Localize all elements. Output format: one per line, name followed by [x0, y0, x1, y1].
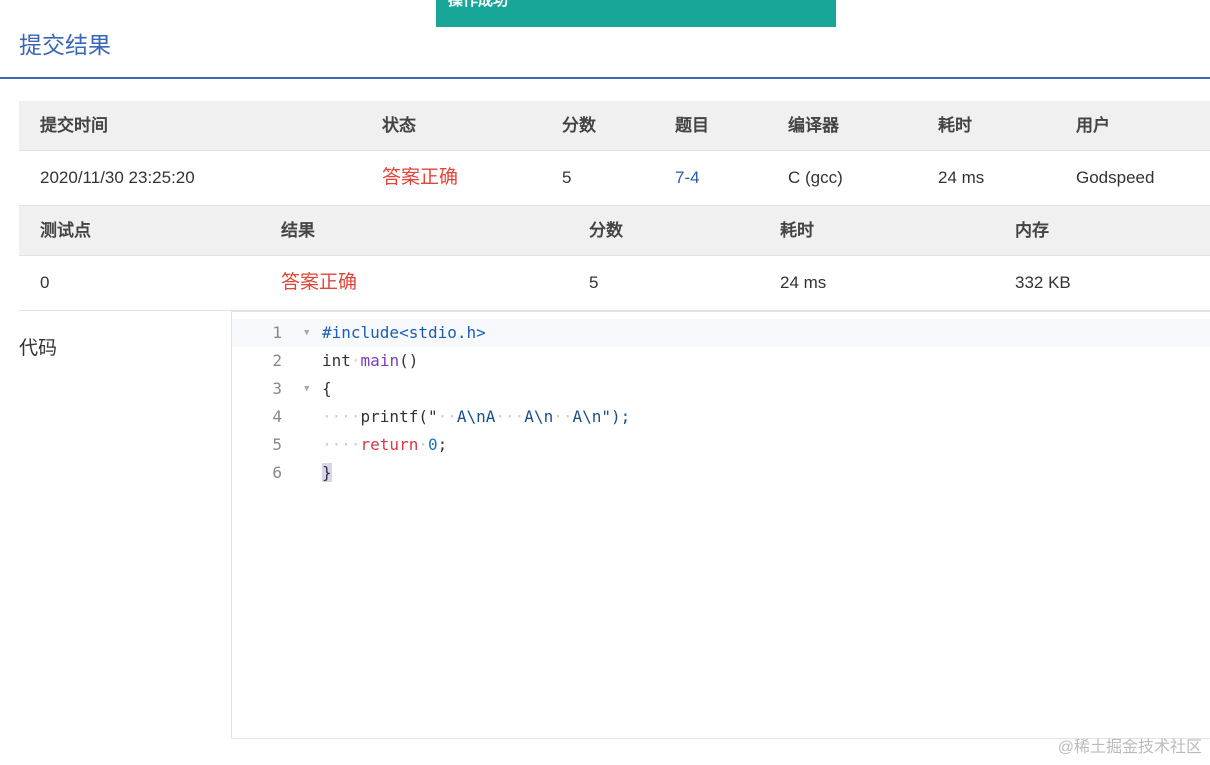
line-number: 3 [272, 379, 282, 398]
line-number: 6 [272, 463, 282, 482]
user: Godspeed [1076, 168, 1155, 187]
token: printf(" [360, 407, 438, 426]
line-number: 4 [272, 407, 282, 426]
page-title: 提交结果 [19, 32, 111, 58]
problem-link[interactable]: 7-4 [675, 151, 700, 205]
token: int [322, 351, 351, 370]
token: return [360, 435, 419, 454]
code-line: 5 ····return·0; [232, 431, 1210, 459]
success-toast: 操作成功 [436, 0, 836, 27]
code-text: ····printf("··A\nA···A\n··A\n"); [322, 407, 631, 426]
line-number: 1 [272, 323, 282, 342]
token: main [360, 351, 400, 370]
col-time: 耗时 [938, 116, 972, 135]
token: A\nA [456, 407, 496, 426]
code-line: 1 ▼ #include<stdio.h> [232, 319, 1210, 347]
testcase-id: 0 [40, 273, 50, 292]
col-problem: 题目 [675, 116, 709, 135]
code-line: 6} [232, 459, 1210, 487]
watermark: @稀土掘金技术社区 [1057, 739, 1202, 756]
fold-arrow-icon[interactable]: ▼ [304, 319, 309, 347]
code-editor[interactable]: 1 ▼ #include<stdio.h> 2 int·main() 3 ▼ { 4 ···… [231, 311, 1210, 739]
col-compiler: 编译器 [788, 116, 839, 135]
code-line: 2 int·main() [232, 347, 1210, 375]
code-text: ····return·0; [322, 435, 448, 454]
tests-header: 测试点 结果 分数 耗时 内存 [19, 206, 1210, 256]
test-memory: 332 KB [1015, 273, 1071, 292]
summary-row: 2020/11/30 23:25:20 答案正确 5 7-4 C (gcc) 2… [19, 151, 1210, 206]
code-label: 代码 [19, 338, 58, 359]
code-text: { [322, 379, 332, 398]
time-used: 24 ms [938, 168, 985, 187]
col-status: 状态 [382, 116, 416, 135]
summary-header: 提交时间 状态 分数 题目 编译器 耗时 用户 [19, 101, 1210, 151]
score: 5 [562, 168, 572, 187]
code-text: int·main() [322, 351, 419, 370]
line-number: 5 [272, 435, 282, 454]
title-divider [0, 77, 1210, 79]
token: () [399, 351, 419, 370]
test-score: 5 [589, 273, 599, 292]
code-line: 3 ▼ { [232, 375, 1210, 403]
col-time: 耗时 [780, 221, 814, 240]
token: A\n"); [572, 407, 631, 426]
col-score: 分数 [562, 116, 596, 135]
code-line: 4 ····printf("··A\nA···A\n··A\n"); [232, 403, 1210, 431]
code-text: #include<stdio.h> [322, 323, 486, 342]
token: A\n [524, 407, 554, 426]
col-testcase: 测试点 [40, 221, 91, 240]
col-memory: 内存 [1015, 221, 1049, 240]
test-result: 答案正确 [281, 272, 358, 293]
token: } [322, 463, 332, 482]
col-result: 结果 [281, 221, 315, 240]
test-time: 24 ms [780, 273, 827, 292]
code-text: } [322, 459, 332, 487]
test-row: 0 答案正确 5 24 ms 332 KB [19, 256, 1210, 311]
col-score: 分数 [589, 221, 623, 240]
col-user: 用户 [1076, 116, 1110, 135]
col-submit-time: 提交时间 [40, 116, 108, 135]
token: 0 [427, 435, 438, 454]
compiler: C (gcc) [788, 168, 843, 187]
status-badge: 答案正确 [382, 167, 459, 188]
submit-time: 2020/11/30 23:25:20 [40, 168, 195, 187]
line-number: 2 [272, 351, 282, 370]
token: ; [437, 435, 448, 454]
fold-arrow-icon[interactable]: ▼ [304, 375, 309, 403]
